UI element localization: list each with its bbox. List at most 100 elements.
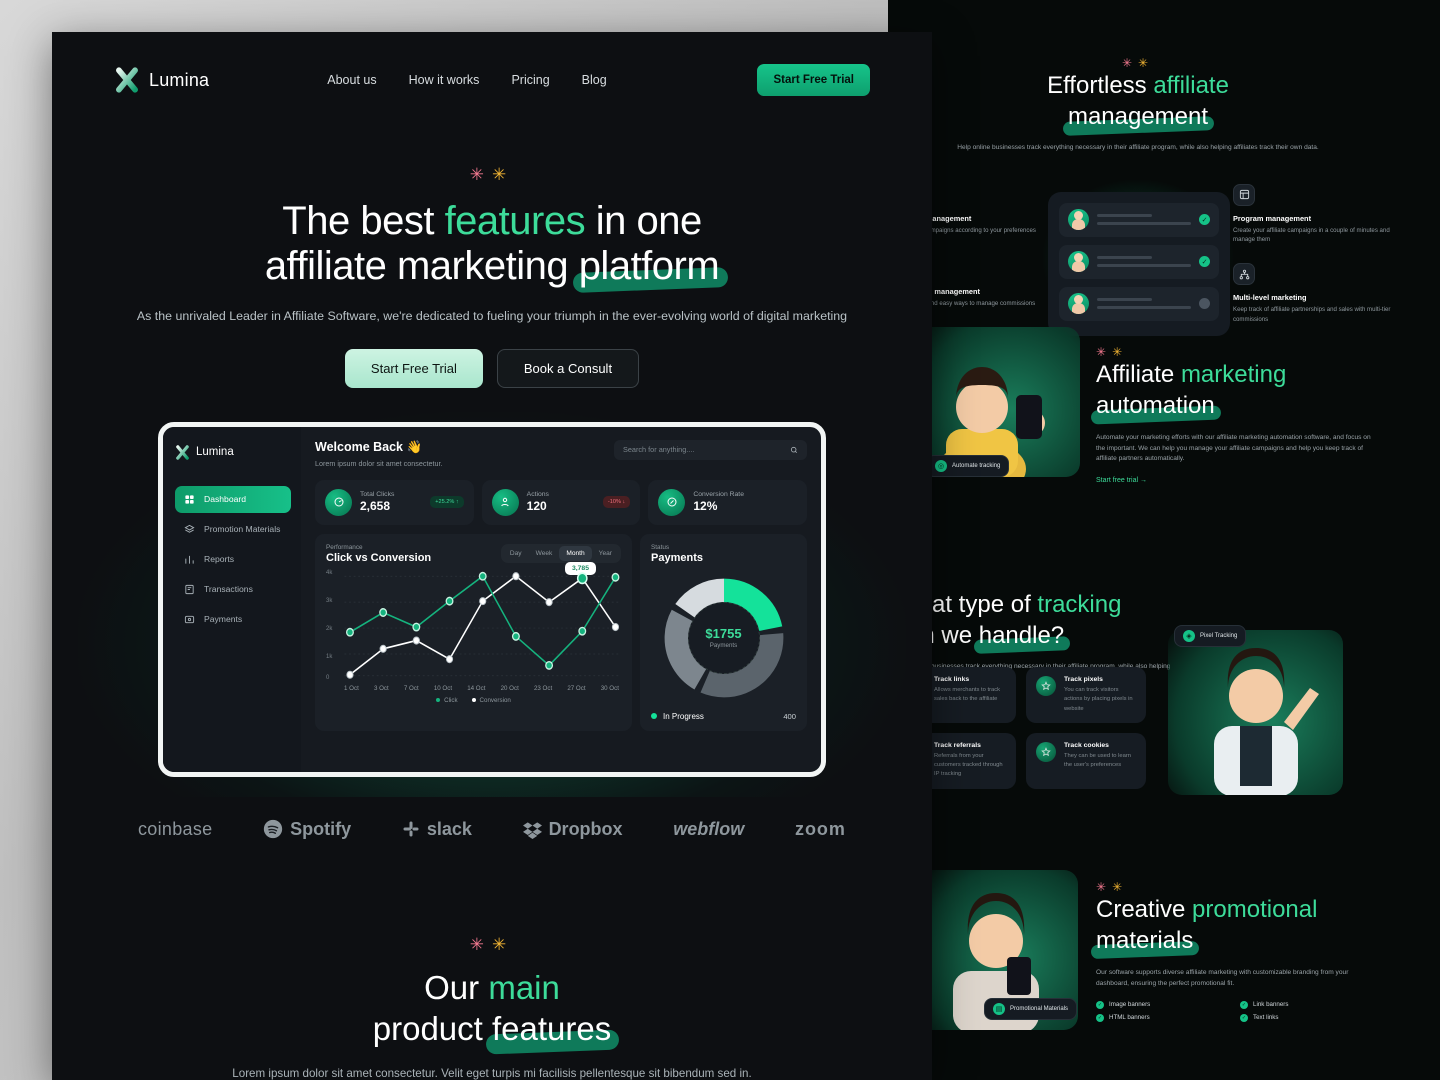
chart-card: Performance Click vs Conversion Day Week… (315, 533, 632, 731)
check-item: ✓ Link banners (1240, 1000, 1289, 1009)
slack-icon (403, 821, 419, 837)
logo-dropbox: Dropbox (522, 819, 623, 840)
search-icon (790, 446, 797, 453)
chart-icon (185, 555, 194, 564)
badge-promotional-materials: ▤ Promotional Materials (984, 998, 1078, 1020)
nav-pricing[interactable]: Pricing (511, 73, 549, 87)
materials-icon: ▤ (993, 1003, 1005, 1015)
layers-icon (184, 524, 195, 533)
range-year[interactable]: Year (592, 546, 619, 561)
range-week[interactable]: Week (529, 546, 560, 561)
checklist: ✓ Image banners ✓ Link banners ✓ HTML banne… (1096, 1000, 1374, 1022)
feature-head: Multi-level marketing (1233, 293, 1307, 303)
user-icon (491, 488, 519, 516)
logo-slack: slack (402, 819, 472, 840)
star-icon (1036, 676, 1056, 696)
feature-text: Keep track of affiliate partnerships and… (1233, 306, 1391, 323)
placeholder-bars (1097, 298, 1191, 310)
feature-text: Create your affiliate campaigns in a cou… (1233, 226, 1390, 244)
legend-click: Click (436, 697, 458, 704)
header-start-free-trial-button[interactable]: Start Free Trial (757, 64, 870, 96)
check-icon: ✓ (1240, 1000, 1248, 1009)
check-icon: ✓ (1096, 1013, 1104, 1022)
features-title: Our main product features (52, 967, 932, 1050)
welcome-subtitle: Lorem ipsum dolor sit amet consectetur. (315, 458, 443, 468)
badge-automate-tracking: ◎ Automate tracking (926, 455, 1010, 477)
logo[interactable]: Lumina (114, 67, 209, 93)
decorative-stars: ✳✳ (1096, 345, 1129, 359)
dashboard-sidebar: Lumina Dashboard Promotion Materials Rep… (163, 426, 301, 772)
hero-subtitle: As the unrivaled Leader in Affiliate Sof… (136, 308, 848, 323)
logo-webflow: webflow (673, 818, 745, 839)
payments-card: Status Payments $1755 Payments In Progre… (640, 533, 807, 731)
wave-emoji: 👋 (406, 439, 423, 454)
section-body: Help online businesses track everything … (957, 144, 1319, 152)
check-icon-inactive: ✓ (1199, 298, 1210, 310)
badge-pixel-tracking: ◈ Pixel Tracking (1174, 625, 1247, 647)
stat-cards: Total Clicks 2,658 +25.2% ↑ Actions 120 … (315, 479, 808, 525)
section-body: Automate your marketing efforts with our… (1096, 434, 1371, 462)
hero-book-consult-button[interactable]: Book a Consult (496, 348, 640, 388)
dashboard-mockup: Lumina Dashboard Promotion Materials Rep… (78, 411, 906, 797)
logo-coinbase: coinbase (138, 818, 213, 839)
star-icon (1036, 741, 1056, 762)
x-axis: 1 Oct 3 Oct 7 Oct 10 Oct 14 Oct 20 Oct 23 O… (344, 684, 619, 692)
main-nav: About us How it works Pricing Blog (327, 73, 606, 87)
stat-card-actions: Actions 120 -10% ↓ (481, 479, 641, 525)
hero-start-free-trial-button[interactable]: Start Free Trial (344, 348, 483, 388)
landing-page-card: Lumina About us How it works Pricing Blo… (52, 32, 932, 1080)
check-icon: ✓ (1240, 1013, 1248, 1022)
check-icon: ✓ (1199, 214, 1210, 226)
page-title: The best features in one affiliate marke… (264, 199, 720, 288)
payments-kicker: Status (651, 543, 670, 551)
hero-section: ✳✳ The best features in one affiliate ma… (52, 128, 932, 388)
sidebar-item-dashboard[interactable]: Dashboard (175, 485, 291, 513)
status-badge: +25.2% ↑ (430, 496, 464, 509)
range-day[interactable]: Day (503, 546, 529, 561)
sidebar-item-payments[interactable]: Payments (175, 606, 291, 633)
nav-blog[interactable]: Blog (582, 73, 607, 87)
section-title: Affiliate marketing automation (1096, 359, 1374, 421)
legend-dot (651, 713, 657, 720)
line-chart: 4k 3k 2k 1k 0 (326, 570, 621, 682)
receipt-icon (185, 584, 194, 594)
start-free-trial-link[interactable]: Start free trial → (1096, 477, 1147, 484)
check-item: ✓ Image banners (1096, 1000, 1151, 1009)
tracking-card: Track pixels You can track visitors acti… (1026, 667, 1146, 723)
right-preview-panel: ✳✳ Effortless affiliate management Help … (888, 0, 1440, 1080)
nav-about-us[interactable]: About us (327, 73, 376, 87)
decorative-stars: ✳✳ (469, 934, 515, 954)
section-body: Our software supports diverse affiliate … (1096, 969, 1349, 987)
feature-column-right: Program management Create your affiliate… (1233, 183, 1393, 325)
placeholder-bars (1097, 256, 1191, 268)
search-input[interactable]: Search for anything.... (614, 439, 807, 460)
sidebar-item-reports[interactable]: Reports (175, 546, 291, 573)
search-placeholder: Search for anything.... (623, 445, 695, 455)
decorative-stars: ✳✳ (1121, 56, 1155, 70)
donut-chart: $1755 Payments (658, 572, 790, 704)
feature-program-management: Program management Create your affiliate… (1233, 183, 1393, 246)
payments-title: Payments (651, 551, 703, 564)
spotify-icon (263, 819, 283, 839)
pixel-icon: ◈ (1183, 630, 1195, 642)
affiliate-list-mock: ✓ ✓ ✓ (1048, 191, 1230, 336)
sidebar-item-promotion-materials[interactable]: Promotion Materials (175, 516, 291, 543)
range-month[interactable]: Month (559, 545, 592, 561)
chart-title: Click vs Conversion (326, 551, 432, 564)
section-title: What type of tracking can we handle? (896, 589, 1196, 651)
feature-head: Program management (1233, 213, 1312, 223)
section-title: Effortless affiliate management (888, 70, 1388, 132)
sidebar-item-transactions[interactable]: Transactions (175, 576, 291, 603)
dashboard-main: Welcome Back 👋 Lorem ipsum dolor sit ame… (301, 427, 821, 772)
check-item: ✓ HTML banners (1096, 1013, 1150, 1022)
wallet-icon (184, 615, 195, 623)
avatar (1068, 251, 1089, 273)
section-title: Creative promotional materials (1096, 894, 1374, 956)
tracking-card: Track cookies They can be used to learn … (1026, 732, 1146, 789)
tracking-cards: Track links Allows merchants to track sa… (896, 667, 1146, 789)
list-item: ✓ (1059, 244, 1219, 279)
nav-how-it-works[interactable]: How it works (409, 73, 480, 87)
program-icon (1233, 183, 1255, 206)
site-header: Lumina About us How it works Pricing Blo… (52, 32, 932, 128)
dashboard-nav: Dashboard Promotion Materials Reports Tr… (175, 485, 291, 633)
